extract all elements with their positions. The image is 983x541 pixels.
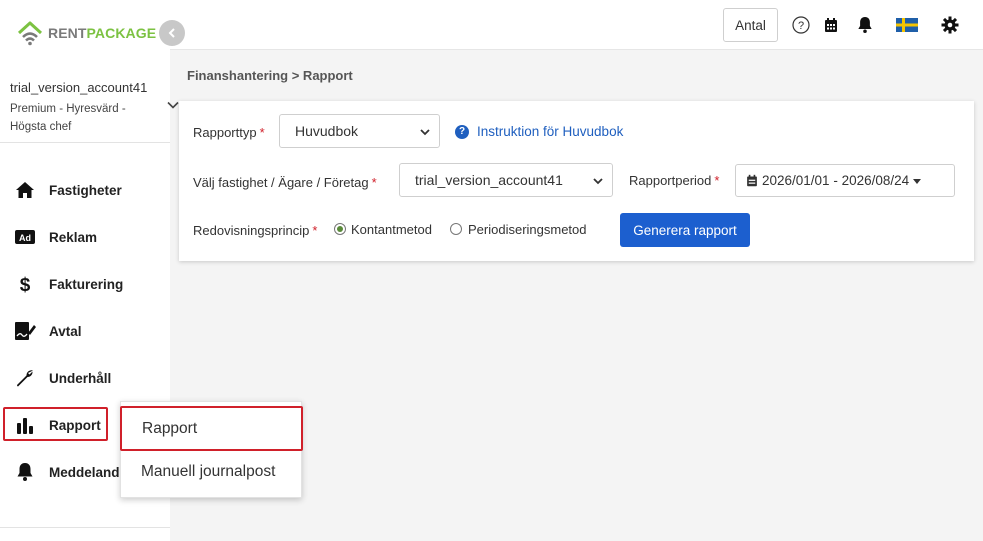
rapport-submenu: Rapport Manuell journalpost [120,401,303,498]
divider [0,142,170,143]
submenu-item-manuell-journalpost[interactable]: Manuell journalpost [121,451,303,493]
principle-label: Redovisningsprincip * [193,223,317,238]
submenu-item-rapport[interactable]: Rapport [120,406,303,451]
wrench-icon [14,367,36,389]
svg-text:$: $ [20,275,31,294]
label-text: Rapportperiod [629,173,712,188]
option-kontantmetod-label[interactable]: Kontantmetod [351,222,432,237]
required-mark: * [371,175,377,190]
required-mark: * [714,173,720,188]
property-select[interactable]: trial_version_account41 [399,163,613,197]
caret-down-icon [913,178,922,184]
svg-text:Ad: Ad [19,233,31,243]
calendar-icon [747,174,757,187]
swedish-flag-icon[interactable] [896,16,918,34]
rapporttyp-label: Rapporttyp * [193,125,265,140]
contract-icon [14,320,36,342]
dollar-icon: $ [14,273,36,295]
antal-button[interactable]: Antal [723,8,778,42]
sidebar-item-underhall[interactable]: Underhåll [0,358,170,398]
label-text: Rapporttyp [193,125,257,140]
chevron-down-icon[interactable] [166,98,180,112]
account-name: trial_version_account41 [10,80,148,95]
sidebar-item-label: Reklam [49,229,98,245]
sidebar-item-label: Underhåll [49,370,112,386]
ad-icon: Ad [14,226,36,248]
account-info[interactable]: trial_version_account41 Premium - Hyresv… [10,80,180,136]
chevron-down-icon [420,129,430,136]
instruction-link[interactable]: ? Instruktion för Huvudbok [455,124,623,139]
label-text: Redovisningsprincip [193,223,310,238]
help-icon[interactable]: ? [792,16,810,34]
sidebar-item-fastigheter[interactable]: Fastigheter [0,170,170,210]
svg-text:?: ? [798,20,804,32]
chevron-left-icon [168,28,175,38]
chevron-down-icon [593,178,603,185]
report-form-card: Rapporttyp * Huvudbok ? Instruktion för H… [179,101,974,261]
logo-rent: RENT [48,25,87,41]
sidebar-item-fakturering[interactable]: $ Fakturering [0,264,170,304]
period-date-range-picker[interactable]: 2026/01/01 - 2026/08/24 [735,164,955,197]
radio-periodiseringsmetod[interactable] [450,223,462,235]
sidebar-item-reklam[interactable]: Ad Reklam [0,217,170,257]
sidebar-item-label: Meddeland [49,464,120,480]
period-value: 2026/01/01 - 2026/08/24 [762,173,910,188]
divider [0,527,170,528]
period-label: Rapportperiod * [629,173,719,188]
sidebar-item-label: Fakturering [49,276,124,292]
collapse-sidebar-button[interactable] [159,20,185,46]
bell-icon [14,461,36,483]
sidebar-item-label: Fastigheter [49,182,122,198]
label-text: Välj fastighet / Ägare / Företag [193,175,369,190]
top-bar: Antal ? [170,0,983,50]
link-text: Instruktion för Huvudbok [477,124,624,139]
radio-kontantmetod[interactable] [334,223,346,235]
bell-icon[interactable] [856,16,874,34]
gear-icon[interactable] [941,16,959,34]
required-mark: * [259,125,265,140]
logo[interactable]: RENTPACKAGE [16,18,156,48]
account-role: Premium - Hyresvärd - Högsta chef [10,103,126,133]
wifi-house-icon [17,21,43,46]
generate-report-button[interactable]: Generera rapport [620,213,750,247]
logo-package: PACKAGE [86,25,157,41]
required-mark: * [312,223,318,238]
sidebar-item-label: Avtal [49,323,82,339]
info-icon: ? [455,124,469,139]
option-periodiseringsmetod-label[interactable]: Periodiseringsmetod [468,222,587,237]
active-highlight [3,407,108,441]
select-value: Huvudbok [295,123,359,139]
rapporttyp-select[interactable]: Huvudbok [279,114,440,148]
calendar-icon[interactable] [822,16,840,34]
breadcrumb: Finanshantering > Rapport [187,68,353,83]
home-icon [14,179,36,201]
property-label: Välj fastighet / Ägare / Företag * [193,175,377,190]
logo-text: RENTPACKAGE [48,25,156,41]
select-value: trial_version_account41 [415,172,563,188]
sidebar-item-avtal[interactable]: Avtal [0,311,170,351]
